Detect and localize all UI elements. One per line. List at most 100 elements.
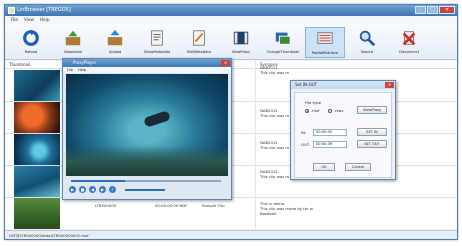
player-menu-help[interactable]: Help — [78, 67, 86, 73]
radio-mov-label: .mov — [334, 108, 344, 113]
minimize-button[interactable]: – — [415, 6, 426, 14]
show-metadata-button[interactable]: ShowMetadata — [137, 27, 177, 58]
radio-mxf-label: .mxf — [311, 108, 320, 113]
set-in-out-dialog[interactable]: Set IN-OUT ✕ File type .mxf .mov ViewPro… — [290, 80, 396, 180]
show-metadata-label: ShowMetadata — [143, 50, 171, 54]
radio-mxf[interactable] — [305, 109, 309, 113]
download-label: Download — [64, 50, 82, 54]
menu-file[interactable]: File — [11, 16, 18, 24]
show-metadata-icon — [151, 30, 163, 46]
clip-id: LTR000000 — [95, 203, 117, 208]
menu-help[interactable]: Help — [40, 16, 50, 24]
row-synopsis: NAB2012 This clip was m — [260, 169, 289, 179]
change-thumbnail-icon — [275, 32, 291, 45]
dialog-close-button[interactable]: ✕ — [385, 82, 394, 88]
edit-metadata-icon — [193, 30, 205, 46]
row-synopsis: NAB2012 This clip was m — [260, 108, 289, 118]
menu-view[interactable]: View — [24, 16, 34, 24]
volume-slider[interactable] — [125, 189, 165, 191]
upload-button[interactable]: Upload — [95, 27, 135, 58]
cancel-button[interactable]: Cancel — [345, 163, 371, 171]
seek-bar[interactable] — [71, 180, 221, 182]
dialog-body: File type .mxf .mov ViewProxy IN: 00:00:… — [294, 92, 392, 178]
stop-icon[interactable]: ■ — [79, 186, 86, 193]
clip-thumbnail[interactable] — [14, 70, 60, 101]
edit-metadata-label: EditMetadata — [187, 50, 211, 54]
out-timecode-input[interactable]: 00:00:39 — [313, 141, 347, 148]
toolbar: Reload Download Upload ShowMetadata Edit… — [5, 24, 457, 60]
ok-button[interactable]: OK — [313, 163, 335, 171]
window-title: LinBrowser [TREGOS] — [17, 7, 71, 13]
edit-metadata-button[interactable]: EditMetadata — [179, 27, 219, 58]
row-synopsis: This is demo. This clip was made by for … — [260, 201, 314, 216]
status-path: LBF@LTR000000/data/LTR000000001.mxf — [9, 233, 89, 238]
app-icon — [8, 7, 15, 14]
volume-icon[interactable]: ♪ — [109, 186, 116, 193]
reload-button[interactable]: Reload — [11, 27, 51, 58]
radio-mov[interactable] — [328, 109, 332, 113]
close-button[interactable]: ✕ — [439, 6, 455, 14]
set-out-button[interactable]: SET OUT — [357, 140, 387, 148]
clip-thumbnail[interactable] — [14, 166, 60, 197]
synopsis-line: This clip was m — [260, 145, 290, 150]
reload-icon — [23, 29, 39, 46]
dialog-title-bar[interactable]: Set IN-OUT ✕ — [291, 81, 395, 89]
row-synopsis: NAB2012 This clip was m — [260, 65, 289, 75]
clip-thumbnail[interactable] — [14, 134, 60, 165]
synopsis-line: This clip was m — [260, 113, 290, 118]
column-header-thumbnail[interactable]: Thumbnail — [9, 61, 30, 68]
player-menu-file[interactable]: File — [67, 67, 73, 73]
synopsis-line: This clip was m — [260, 174, 290, 179]
seek-progress — [71, 180, 125, 182]
view-proxy-icon — [233, 31, 249, 45]
row-synopsis: NAB2012 This clip was m — [260, 140, 289, 150]
in-timecode-input[interactable]: 00:00:35 — [313, 129, 347, 136]
window-controls: – □ ✕ — [415, 6, 455, 14]
status-bar: LBF@LTR000000/data/LTR000000001.mxf — [5, 230, 457, 239]
in-label: IN: — [301, 130, 307, 135]
synopsis-line: Baseball. — [260, 211, 278, 216]
view-proxy-dialog-button[interactable]: ViewProxy — [357, 106, 387, 114]
video-diver — [143, 110, 171, 128]
disconnect-icon — [402, 31, 416, 46]
clip-timecode: 00:00:00:00 NDF — [155, 203, 188, 208]
download-icon — [65, 30, 81, 46]
partial-retrieve-label: PartialRetrieve — [311, 51, 339, 55]
proxy-player-menu: File Help — [63, 67, 231, 73]
play-icon[interactable]: ▶ — [69, 186, 76, 193]
maximize-button[interactable]: □ — [427, 6, 438, 14]
proxy-player-close-button[interactable]: ✕ — [221, 60, 230, 66]
dialog-title: Set IN-OUT — [295, 82, 318, 87]
synopsis-line: This clip was m — [260, 70, 290, 75]
download-button[interactable]: Download — [53, 27, 93, 58]
partial-retrieve-button[interactable]: PartialRetrieve — [305, 27, 345, 58]
set-in-button[interactable]: SET IN — [357, 128, 387, 136]
rewind-icon[interactable]: ◀ — [89, 186, 96, 193]
upload-icon — [107, 29, 123, 46]
video-reef — [66, 146, 228, 176]
search-label: Search — [360, 50, 374, 54]
search-icon — [359, 30, 376, 47]
playback-controls: ▶ ■ ◀ ▶ ♪ — [69, 186, 116, 193]
menu-bar: File View Help — [5, 16, 457, 24]
proxy-player-window[interactable]: ProxyPlayer ✕ File Help ▶ ■ ◀ ▶ ♪ — [62, 58, 232, 200]
clip-thumbnail[interactable] — [14, 198, 60, 229]
file-type-label: File type — [305, 100, 322, 105]
video-frame — [66, 74, 228, 176]
partial-retrieve-icon — [317, 32, 333, 44]
forward-icon[interactable]: ▶ — [99, 186, 106, 193]
title-bar[interactable]: LinBrowser [TREGOS] – □ ✕ — [5, 5, 457, 16]
view-proxy-label: ViewProxy — [231, 50, 251, 54]
disconnect-label: Disconnect — [399, 50, 419, 54]
column-divider — [255, 61, 256, 229]
search-button[interactable]: Search — [347, 27, 387, 58]
disconnect-button[interactable]: Disconnect — [389, 27, 429, 58]
proxy-player-title: ProxyPlayer — [73, 60, 97, 65]
upload-label: Upload — [108, 50, 122, 54]
change-thumbnail-button[interactable]: ChangeThumbnail — [263, 27, 303, 58]
out-label: OUT: — [301, 142, 310, 147]
clip-title: Sample Clip — [202, 203, 225, 208]
proxy-player-title-bar[interactable]: ProxyPlayer ✕ — [63, 59, 231, 67]
clip-thumbnail[interactable] — [14, 102, 60, 133]
view-proxy-button[interactable]: ViewProxy — [221, 27, 261, 58]
